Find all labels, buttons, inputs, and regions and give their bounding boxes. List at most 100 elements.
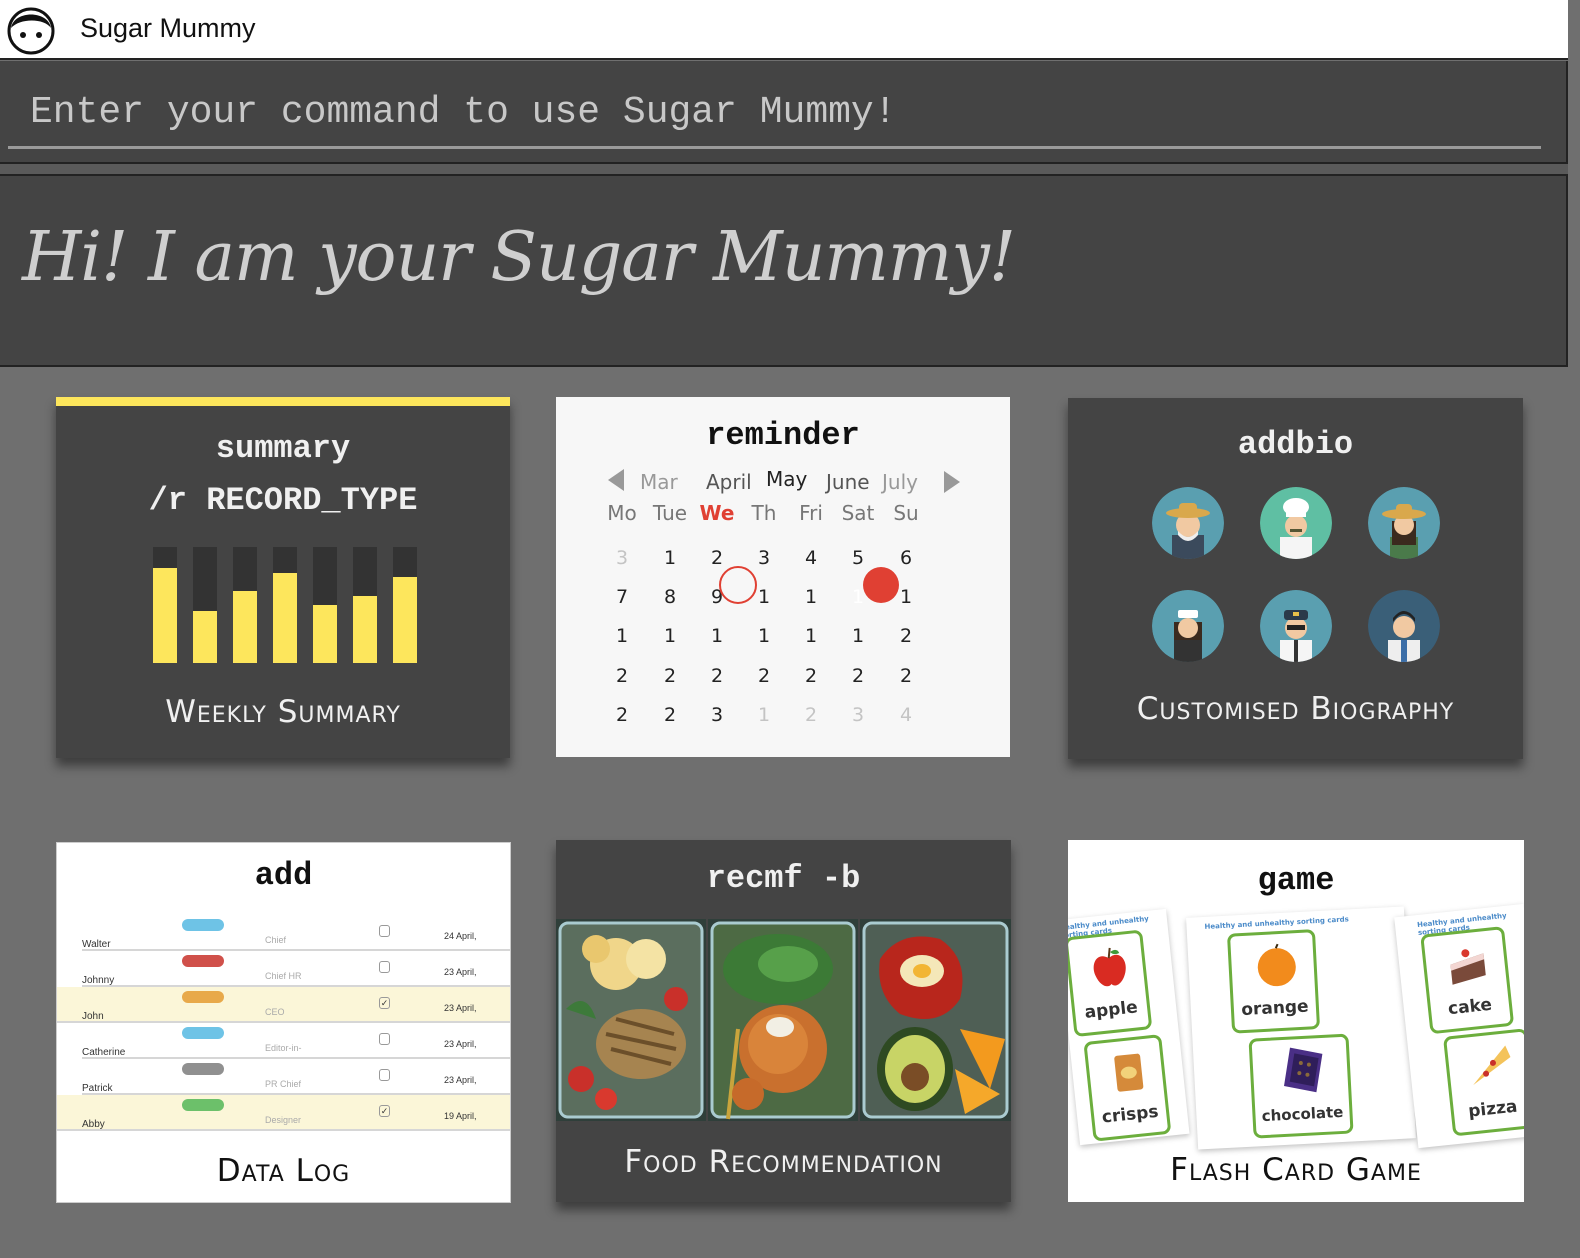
- row-tag: [182, 1027, 224, 1039]
- summary-bar-fill: [273, 573, 297, 663]
- calendar-date[interactable]: 1: [650, 547, 690, 569]
- flash-word-pizza: pizza: [1467, 1096, 1519, 1122]
- table-row[interactable]: John CEO ✓ 23 April,: [57, 987, 510, 1023]
- calendar-date[interactable]: 2: [791, 704, 831, 726]
- flash-card-crisps[interactable]: crisps: [1083, 1034, 1172, 1142]
- flash-word-cake: cake: [1447, 994, 1493, 1020]
- calendar-date[interactable]: 3: [838, 704, 878, 726]
- flash-card-orange[interactable]: orange: [1226, 929, 1321, 1034]
- pizza-icon: [1473, 1045, 1511, 1086]
- add-command: add: [254, 857, 313, 894]
- next-month-icon[interactable]: [944, 471, 960, 493]
- row-checkbox[interactable]: [379, 1069, 390, 1081]
- calendar-date[interactable]: 2: [886, 665, 926, 687]
- addbio-caption: Customised Biography: [1136, 691, 1455, 727]
- row-role: Chief HR: [265, 971, 302, 981]
- row-tag: [182, 919, 224, 931]
- summary-bar-fill: [353, 596, 377, 663]
- calendar-date[interactable]: 1: [791, 586, 831, 608]
- weekday-label: Su: [893, 501, 919, 525]
- prev-month-icon[interactable]: [608, 469, 624, 491]
- calendar-date[interactable]: 3: [697, 704, 737, 726]
- game-card[interactable]: game Healthy and unhealthy sorting cards…: [1068, 840, 1524, 1202]
- row-tag: [182, 1099, 224, 1111]
- calendar-date[interactable]: 3: [744, 547, 784, 569]
- calendar-date[interactable]: 5: [838, 547, 878, 569]
- table-row[interactable]: Patrick PR Chief 23 April,: [82, 1059, 510, 1095]
- row-role: Chief: [265, 935, 287, 945]
- summary-bar: [313, 547, 337, 663]
- table-row[interactable]: Walter Chief 24 April,: [82, 915, 510, 951]
- calendar-date[interactable]: 4: [791, 547, 831, 569]
- calendar-date[interactable]: 2: [602, 704, 642, 726]
- recmf-caption: Food Recommendation: [624, 1144, 943, 1180]
- app-title: Sugar Mummy: [80, 13, 256, 43]
- nurse-icon: [1152, 590, 1224, 662]
- calendar-date[interactable]: 1: [791, 625, 831, 647]
- calendar-date[interactable]: 1: [650, 625, 690, 647]
- row-checkbox[interactable]: ✓: [379, 997, 390, 1009]
- summary-card[interactable]: summary /r RECORD_TYPE Weekly Summary: [56, 397, 510, 758]
- row-date: 23 April,: [444, 1039, 477, 1049]
- addbio-command: addbio: [1237, 426, 1354, 463]
- calendar-date[interactable]: 2: [744, 665, 784, 687]
- orange-icon: [1257, 943, 1296, 987]
- row-date: 23 April,: [444, 967, 477, 977]
- reminder-card[interactable]: reminder Mar April May June July Mo Tue We…: [556, 397, 1010, 757]
- month-may[interactable]: May: [766, 467, 807, 491]
- calendar-date[interactable]: 7: [602, 586, 642, 608]
- calendar-date[interactable]: 2: [838, 665, 878, 687]
- weekday-label: Th: [751, 501, 777, 525]
- row-checkbox[interactable]: [379, 961, 390, 973]
- row-checkbox[interactable]: [379, 925, 390, 937]
- row-date: 23 April,: [444, 1075, 477, 1085]
- row-checkbox[interactable]: [379, 1033, 390, 1045]
- calendar-date[interactable]: 1: [744, 704, 784, 726]
- add-card[interactable]: add Walter Chief 24 April, Johnny Chief HR 23…: [56, 842, 511, 1203]
- calendar-date[interactable]: 2: [791, 665, 831, 687]
- flash-card-apple[interactable]: apple: [1068, 929, 1153, 1038]
- summary-bar: [193, 547, 217, 663]
- calendar-date[interactable]: 2: [602, 665, 642, 687]
- recmf-card[interactable]: recmf -b Food Recommendation: [556, 840, 1011, 1202]
- month-mar[interactable]: Mar: [640, 470, 678, 494]
- calendar-date[interactable]: 6: [886, 547, 926, 569]
- calendar-date[interactable]: 2: [650, 704, 690, 726]
- flash-sheet-left: Healthy and unhealthy sorting cards appl…: [1068, 908, 1190, 1146]
- table-row[interactable]: Catherine Editor-in- 23 April,: [82, 1023, 510, 1059]
- farmer-woman-icon: [1368, 487, 1440, 559]
- table-row[interactable]: Johnny Chief HR 23 April,: [82, 951, 510, 987]
- summary-bar-fill: [393, 577, 417, 663]
- row-name: Abby: [82, 1119, 105, 1130]
- calendar-date[interactable]: 1: [838, 625, 878, 647]
- command-input[interactable]: [8, 79, 1541, 149]
- summary-bar-fill: [233, 591, 257, 663]
- row-name: Johnny: [82, 975, 115, 986]
- flash-word-apple: apple: [1083, 997, 1139, 1023]
- row-name: Catherine: [82, 1047, 126, 1058]
- month-april[interactable]: April: [706, 470, 752, 494]
- row-checkbox[interactable]: ✓: [379, 1105, 390, 1117]
- calendar-date[interactable]: 2: [697, 665, 737, 687]
- row-name: Walter: [82, 939, 111, 950]
- month-june[interactable]: June: [826, 470, 870, 494]
- flash-sheet-middle: Healthy and unhealthy sorting cards oran…: [1186, 906, 1416, 1150]
- calendar-date[interactable]: 4: [886, 704, 926, 726]
- flash-card-chocolate[interactable]: chocolate: [1248, 1033, 1354, 1139]
- calendar-date[interactable]: 2: [650, 665, 690, 687]
- calendar-date[interactable]: 8: [650, 586, 690, 608]
- calendar-date[interactable]: 1: [602, 625, 642, 647]
- calendar-date[interactable]: 2: [697, 547, 737, 569]
- calendar-date[interactable]: 1: [744, 625, 784, 647]
- flash-card-cake[interactable]: cake: [1420, 926, 1515, 1035]
- summary-bar-fill: [193, 611, 217, 663]
- calendar-date[interactable]: 2: [886, 625, 926, 647]
- calendar-date[interactable]: 1: [697, 625, 737, 647]
- flash-card-pizza[interactable]: pizza: [1442, 1028, 1524, 1137]
- calendar-date[interactable]: 3: [602, 547, 642, 569]
- food-fritter-icon: [708, 919, 858, 1121]
- addbio-card[interactable]: addbio Customised Biography: [1068, 398, 1523, 759]
- month-july[interactable]: July: [882, 470, 918, 494]
- table-row[interactable]: Abby Designer ✓ 19 April,: [57, 1095, 510, 1131]
- food-chicken-icon: [556, 919, 706, 1121]
